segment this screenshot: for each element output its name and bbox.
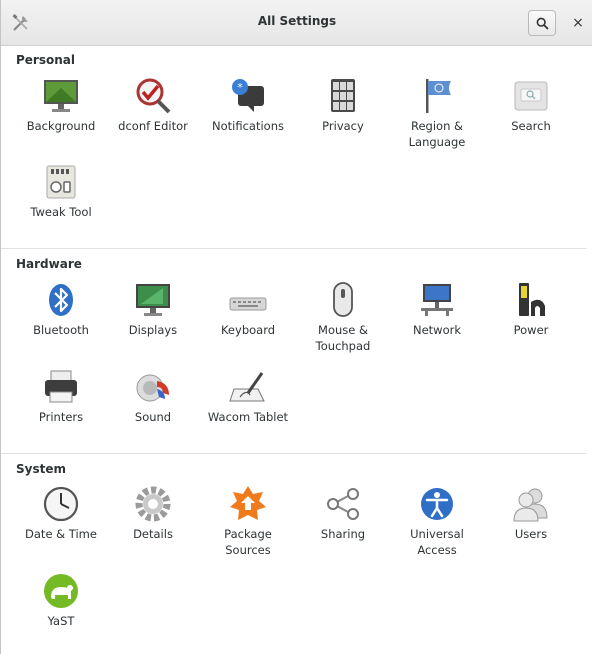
sound-icon bbox=[136, 374, 169, 402]
close-button[interactable]: × bbox=[568, 10, 588, 36]
flag-icon bbox=[426, 79, 451, 113]
panel-label: Privacy bbox=[322, 119, 364, 133]
yast-icon bbox=[44, 574, 78, 608]
displays-icon bbox=[136, 284, 170, 316]
panel-privacy[interactable]: Privacy bbox=[296, 76, 390, 134]
panel-sharing[interactable]: Sharing bbox=[296, 484, 390, 542]
notifications-icon: * bbox=[232, 79, 264, 112]
keyboard-icon bbox=[229, 297, 267, 311]
settings-window: All Settings × Personal Background dconf… bbox=[0, 0, 592, 654]
panel-sound[interactable]: Sound bbox=[106, 367, 200, 425]
section-title-system: System bbox=[16, 462, 66, 476]
printer-icon bbox=[45, 370, 77, 403]
panel-label: Package Sources bbox=[224, 527, 272, 557]
panel-dconf-editor[interactable]: dconf Editor bbox=[106, 76, 200, 134]
panel-mouse-touchpad[interactable]: Mouse & Touchpad bbox=[296, 280, 390, 354]
wacom-tablet-icon bbox=[229, 372, 265, 402]
dconf-editor-icon bbox=[136, 78, 171, 114]
panel-label: Region & Language bbox=[408, 119, 466, 149]
panel-label: dconf Editor bbox=[118, 119, 188, 133]
network-icon bbox=[421, 284, 453, 316]
section-title-personal: Personal bbox=[16, 53, 75, 67]
panel-label: Network bbox=[412, 323, 462, 337]
panel-label: Printers bbox=[38, 410, 84, 424]
panel-power[interactable]: Power bbox=[484, 280, 578, 338]
panel-label: Date & Time bbox=[25, 527, 97, 541]
panel-label: Tweak Tool bbox=[30, 205, 92, 219]
panel-users[interactable]: Users bbox=[484, 484, 578, 542]
sharing-icon bbox=[327, 488, 359, 520]
panel-label: Sharing bbox=[320, 527, 366, 541]
panel-wacom-tablet[interactable]: Wacom Tablet bbox=[201, 367, 295, 425]
panel-bluetooth[interactable]: Bluetooth bbox=[14, 280, 108, 338]
panel-notifications[interactable]: * Notifications bbox=[201, 76, 295, 134]
panel-keyboard[interactable]: Keyboard bbox=[201, 280, 295, 338]
page-title: All Settings bbox=[257, 14, 337, 28]
background-icon bbox=[44, 80, 78, 112]
clock-icon bbox=[43, 486, 79, 522]
panel-label: Users bbox=[514, 527, 548, 541]
header-bar: All Settings × bbox=[1, 0, 592, 46]
panel-printers[interactable]: Printers bbox=[14, 367, 108, 425]
panel-label: Universal Access bbox=[410, 527, 464, 557]
panel-label: Displays bbox=[128, 323, 178, 337]
panel-background[interactable]: Background bbox=[14, 76, 108, 134]
search-icon bbox=[536, 17, 549, 30]
panel-details[interactable]: Details bbox=[106, 484, 200, 542]
panel-label: Details bbox=[133, 527, 173, 541]
panel-label: Search bbox=[511, 119, 551, 133]
power-icon bbox=[519, 283, 545, 316]
panel-search[interactable]: Search bbox=[484, 76, 578, 134]
panel-network[interactable]: Network bbox=[390, 280, 484, 338]
panel-package-sources[interactable]: Package Sources bbox=[201, 484, 295, 558]
panel-label: Mouse & Touchpad bbox=[315, 323, 371, 353]
users-icon bbox=[513, 488, 548, 522]
search-panel-icon bbox=[514, 81, 548, 111]
gear-icon bbox=[135, 486, 171, 522]
panel-label: Sound bbox=[134, 410, 172, 424]
panel-displays[interactable]: Displays bbox=[106, 280, 200, 338]
panel-label: Power bbox=[513, 323, 549, 337]
panel-label: YaST bbox=[47, 614, 75, 628]
privacy-icon bbox=[331, 79, 355, 112]
section-divider bbox=[1, 248, 587, 249]
tweak-tool-icon bbox=[46, 165, 76, 199]
panel-universal-access[interactable]: Universal Access bbox=[390, 484, 484, 558]
accessibility-icon bbox=[421, 488, 453, 520]
section-divider bbox=[1, 453, 587, 454]
section-title-hardware: Hardware bbox=[16, 257, 82, 271]
panel-label: Notifications bbox=[212, 119, 284, 133]
panel-label: Keyboard bbox=[220, 323, 276, 337]
panel-label: Wacom Tablet bbox=[207, 410, 289, 424]
panel-region-language[interactable]: Region & Language bbox=[390, 76, 484, 150]
package-sources-icon bbox=[230, 486, 266, 520]
panel-yast[interactable]: YaST bbox=[14, 571, 108, 629]
panel-tweak-tool[interactable]: Tweak Tool bbox=[14, 162, 108, 220]
search-button[interactable] bbox=[528, 10, 556, 36]
panel-label: Bluetooth bbox=[33, 323, 89, 337]
bluetooth-icon bbox=[49, 284, 73, 316]
panel-label: Background bbox=[26, 119, 96, 133]
svg-text:*: * bbox=[237, 81, 243, 94]
panel-date-time[interactable]: Date & Time bbox=[14, 484, 108, 542]
mouse-icon bbox=[333, 282, 353, 317]
